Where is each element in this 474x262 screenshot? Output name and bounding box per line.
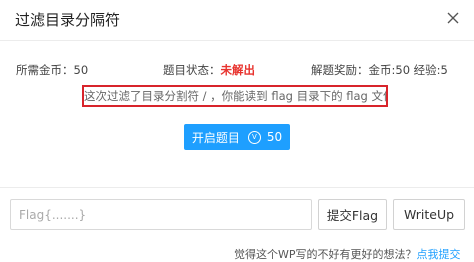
coin-icon: V [247,130,261,144]
dialog-title: 过滤目录分隔符 [15,11,121,29]
required-coins-value: 50 [73,63,89,77]
challenge-status: 题目状态：未解出 [163,62,255,78]
writeup-feedback-text: 觉得这个WP写的不好有更好的想法？ [234,248,417,261]
start-challenge-label: 开启题目 [191,130,240,145]
required-coins: 所需金币：50 [16,62,88,78]
submit-writeup-link[interactable]: 点我提交 [417,248,461,261]
header-divider [0,40,474,41]
writeup-button[interactable]: WriteUp [393,199,465,230]
challenge-status-value: 未解出 [220,63,256,77]
challenge-status-label: 题目状态： [163,63,221,77]
start-challenge-cost: 50 [266,130,283,144]
challenge-description: 这次过滤了目录分割符 / ，你能读到 flag 目录下的 flag 文件吗 [82,85,388,107]
start-challenge-button[interactable]: 开启题目 V 50 [184,124,290,150]
writeup-feedback: 觉得这个WP写的不好有更好的想法？点我提交 [234,246,461,262]
required-coins-label: 所需金币： [16,63,74,77]
solve-reward: 解题奖励：金币:50 经验:5 [311,63,448,77]
flag-input[interactable] [10,199,312,230]
footer-divider [0,187,474,188]
challenge-dialog: 过滤目录分隔符 所需金币：50 题目状态：未解出 解题奖励：金币:50 经验:5… [0,0,474,262]
submit-flag-button[interactable]: 提交Flag [318,199,387,230]
close-icon[interactable] [446,11,460,25]
